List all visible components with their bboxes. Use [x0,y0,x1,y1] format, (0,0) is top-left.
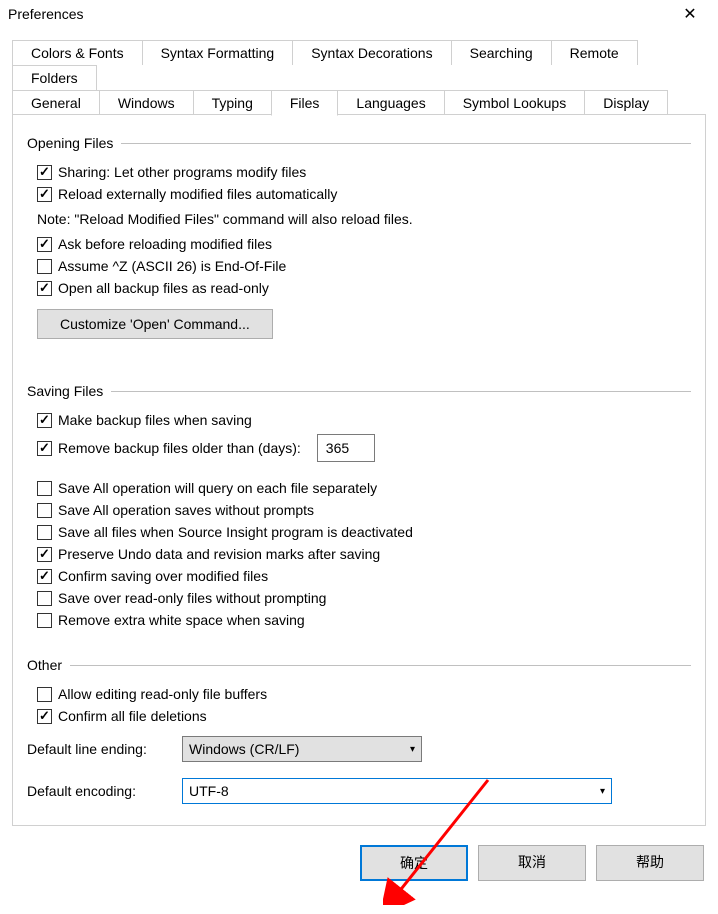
label-save-deactivated: Save all files when Source Insight progr… [58,524,413,540]
group-saving: Saving Files [27,383,691,399]
dialog-buttons: 确定 取消 帮助 [0,835,718,895]
checkbox-confirm-overwrite[interactable] [37,569,52,584]
label-remove-whitespace: Remove extra white space when saving [58,612,305,628]
label-encoding: Default encoding: [27,783,182,799]
label-save-readonly: Save over read-only files without prompt… [58,590,326,606]
label-sharing: Sharing: Let other programs modify files [58,164,306,180]
checkbox-allow-ro-edit[interactable] [37,687,52,702]
checkbox-reload-ext[interactable] [37,187,52,202]
checkbox-backup-ro[interactable] [37,281,52,296]
checkbox-make-backup[interactable] [37,413,52,428]
tab-syntax-decorations[interactable]: Syntax Decorations [292,40,451,65]
note-reload: Note: "Reload Modified Files" command wi… [27,205,691,233]
tab-syntax-formatting[interactable]: Syntax Formatting [142,40,294,65]
label-confirm-overwrite: Confirm saving over modified files [58,568,268,584]
label-saveall-query: Save All operation will query on each fi… [58,480,377,496]
label-reload-ext: Reload externally modified files automat… [58,186,337,202]
tab-symbol-lookups[interactable]: Symbol Lookups [444,90,586,115]
group-opening-label: Opening Files [27,135,113,151]
window-title: Preferences [4,6,83,22]
tab-searching[interactable]: Searching [451,40,552,65]
files-pane: Opening Files Sharing: Let other program… [12,114,706,826]
label-backup-ro: Open all backup files as read-only [58,280,269,296]
tab-files[interactable]: Files [271,90,339,116]
select-line-ending[interactable]: Windows (CR/LF) ▾ [182,736,422,762]
label-assume-eof: Assume ^Z (ASCII 26) is End-Of-File [58,258,286,274]
group-saving-label: Saving Files [27,383,103,399]
select-encoding-value: UTF-8 [189,783,229,799]
label-saveall-noprompt: Save All operation saves without prompts [58,502,314,518]
tab-windows[interactable]: Windows [99,90,194,115]
tab-colors-fonts[interactable]: Colors & Fonts [12,40,143,65]
tab-languages[interactable]: Languages [337,90,444,115]
tab-display[interactable]: Display [584,90,668,115]
tab-remote[interactable]: Remote [551,40,638,65]
tab-typing[interactable]: Typing [193,90,272,115]
label-remove-older: Remove backup files older than (days): [58,440,301,456]
tab-strip: Colors & FontsSyntax FormattingSyntax De… [0,28,718,115]
label-make-backup: Make backup files when saving [58,412,252,428]
checkbox-preserve-undo[interactable] [37,547,52,562]
tab-folders[interactable]: Folders [12,65,97,90]
label-line-ending: Default line ending: [27,741,182,757]
group-opening: Opening Files [27,135,691,151]
checkbox-ask-reload[interactable] [37,237,52,252]
label-allow-ro-edit: Allow editing read-only file buffers [58,686,267,702]
help-button[interactable]: 帮助 [596,845,704,881]
select-line-ending-value: Windows (CR/LF) [189,741,299,757]
ok-button[interactable]: 确定 [360,845,468,881]
chevron-down-icon: ▾ [410,744,415,755]
checkbox-assume-eof[interactable] [37,259,52,274]
checkbox-sharing[interactable] [37,165,52,180]
checkbox-saveall-query[interactable] [37,481,52,496]
tab-general[interactable]: General [12,90,100,115]
label-confirm-delete: Confirm all file deletions [58,708,207,724]
checkbox-confirm-delete[interactable] [37,709,52,724]
checkbox-save-readonly[interactable] [37,591,52,606]
group-other-label: Other [27,657,62,673]
checkbox-remove-whitespace[interactable] [37,613,52,628]
checkbox-remove-older[interactable] [37,441,52,456]
group-other: Other [27,657,691,673]
chevron-down-icon: ▾ [600,786,605,797]
label-preserve-undo: Preserve Undo data and revision marks af… [58,546,380,562]
select-encoding[interactable]: UTF-8 ▾ [182,778,612,804]
input-remove-older-days[interactable] [317,434,375,462]
checkbox-save-deactivated[interactable] [37,525,52,540]
cancel-button[interactable]: 取消 [478,845,586,881]
close-icon[interactable]: ✕ [670,4,710,24]
checkbox-saveall-noprompt[interactable] [37,503,52,518]
customize-open-button[interactable]: Customize 'Open' Command... [37,309,273,339]
label-ask-reload: Ask before reloading modified files [58,236,272,252]
